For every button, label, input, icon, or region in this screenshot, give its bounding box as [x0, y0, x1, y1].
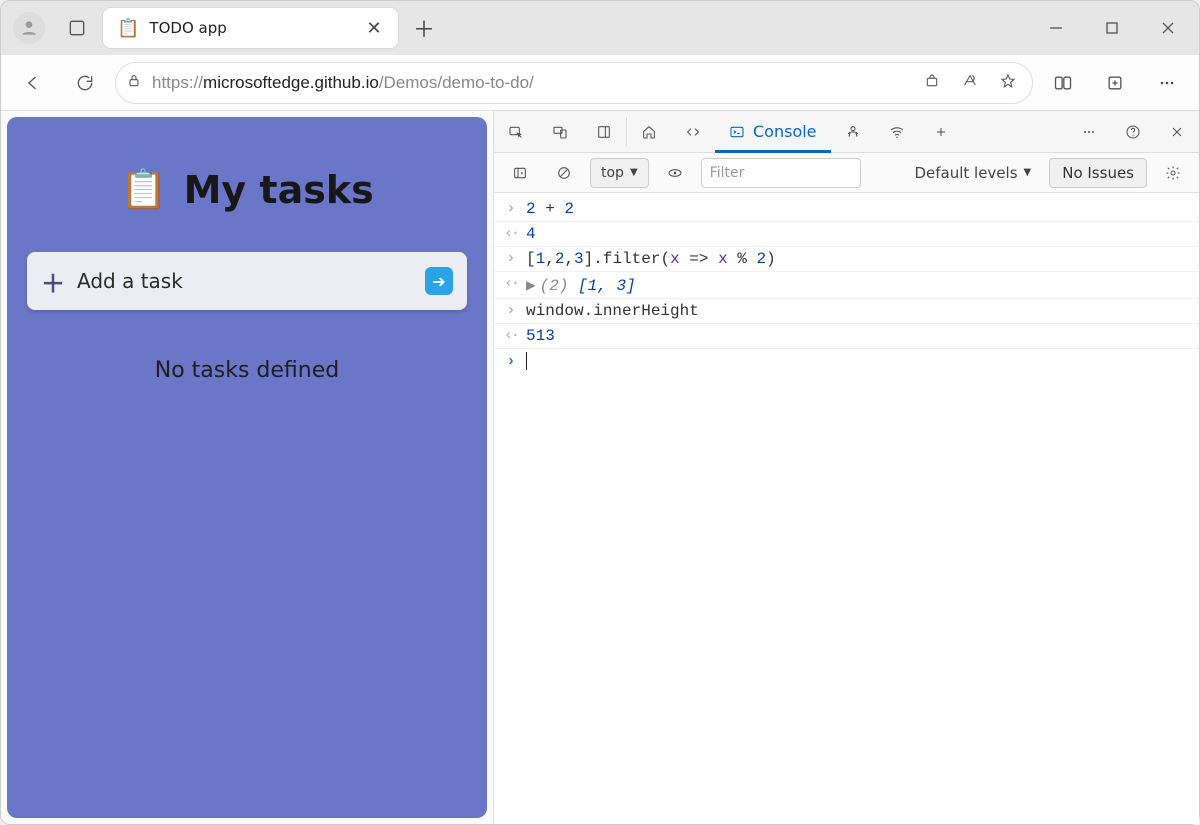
- site-info-icon[interactable]: [126, 73, 142, 93]
- console-input-row: ›window.innerHeight: [494, 299, 1199, 324]
- device-emulation-button[interactable]: [538, 124, 582, 140]
- inspect-element-button[interactable]: [494, 124, 538, 140]
- empty-state-text: No tasks defined: [155, 358, 339, 383]
- console-settings-button[interactable]: [1155, 158, 1191, 188]
- back-button[interactable]: [11, 63, 55, 103]
- add-task-placeholder: Add a task: [77, 269, 413, 293]
- tab-console[interactable]: Console: [715, 111, 831, 152]
- log-levels-selector[interactable]: Default levels ▼: [904, 158, 1041, 188]
- dock-side-button[interactable]: [582, 124, 626, 140]
- devtools-close-button[interactable]: [1155, 124, 1199, 140]
- favorite-icon[interactable]: [994, 73, 1022, 93]
- devtools-panel: Console: [493, 111, 1199, 824]
- new-tab-button[interactable]: ＋: [404, 8, 444, 48]
- add-task-input[interactable]: ＋ Add a task ➔: [27, 252, 467, 310]
- devtools-tabstrip: Console: [494, 111, 1199, 153]
- page-title: 📋 My tasks: [120, 167, 373, 212]
- url-text: https://microsoftedge.github.io/Demos/de…: [152, 73, 908, 93]
- console-output-row: ‹·▶(2) [1, 3]: [494, 272, 1199, 299]
- tab-network[interactable]: [875, 111, 919, 152]
- live-expression-button[interactable]: [657, 158, 693, 188]
- devtools-help-button[interactable]: [1111, 124, 1155, 140]
- browser-tabstrip: 📋 TODO app ✕ ＋: [1, 1, 1199, 55]
- plus-icon: ＋: [41, 264, 65, 299]
- context-selector[interactable]: top▼: [590, 158, 649, 188]
- rendered-page: 📋 My tasks ＋ Add a task ➔ No tasks defin…: [7, 117, 487, 818]
- filter-input[interactable]: Filter: [701, 158, 861, 188]
- window-minimize-button[interactable]: [1031, 8, 1081, 48]
- tab-close-button[interactable]: ✕: [364, 18, 384, 39]
- address-bar[interactable]: https://microsoftedge.github.io/Demos/de…: [115, 62, 1033, 104]
- console-output-row: ‹·4: [494, 222, 1199, 247]
- window-close-button[interactable]: [1143, 8, 1193, 48]
- browser-tab[interactable]: 📋 TODO app ✕: [103, 8, 398, 48]
- profile-avatar[interactable]: [13, 12, 45, 44]
- collections-button[interactable]: [1093, 63, 1137, 103]
- main-area: 📋 My tasks ＋ Add a task ➔ No tasks defin…: [1, 111, 1199, 824]
- devtools-more-button[interactable]: [1067, 124, 1111, 140]
- toggle-sidebar-button[interactable]: [502, 158, 538, 188]
- expand-icon[interactable]: ▶: [526, 277, 536, 295]
- console-filterbar: top▼ Filter Default levels ▼ No Issues: [494, 153, 1199, 193]
- tab-welcome[interactable]: [627, 111, 671, 152]
- console-input-row: ›2 + 2: [494, 197, 1199, 222]
- tab-actions-button[interactable]: [57, 8, 97, 48]
- tab-elements[interactable]: [671, 111, 715, 152]
- more-button[interactable]: [1145, 63, 1189, 103]
- console-output[interactable]: ›2 + 2‹·4›[1,2,3].filter(x => x % 2)‹·▶(…: [494, 193, 1199, 824]
- console-output-row: ‹·513: [494, 324, 1199, 349]
- issues-button[interactable]: No Issues: [1049, 158, 1147, 188]
- window-maximize-button[interactable]: [1087, 8, 1137, 48]
- tab-title: TODO app: [149, 19, 354, 37]
- tab-favicon-icon: 📋: [117, 18, 139, 39]
- console-prompt[interactable]: ›: [494, 349, 1199, 373]
- read-aloud-icon[interactable]: [956, 73, 984, 93]
- split-screen-button[interactable]: [1041, 63, 1085, 103]
- refresh-button[interactable]: [63, 63, 107, 103]
- clear-console-button[interactable]: [546, 158, 582, 188]
- console-input-row: ›[1,2,3].filter(x => x % 2): [494, 247, 1199, 272]
- shopping-icon[interactable]: [918, 73, 946, 93]
- clipboard-icon: 📋: [120, 167, 167, 212]
- tab-add[interactable]: [919, 111, 963, 152]
- tab-sources[interactable]: [831, 111, 875, 152]
- submit-task-button[interactable]: ➔: [425, 267, 453, 295]
- browser-toolbar: https://microsoftedge.github.io/Demos/de…: [1, 55, 1199, 111]
